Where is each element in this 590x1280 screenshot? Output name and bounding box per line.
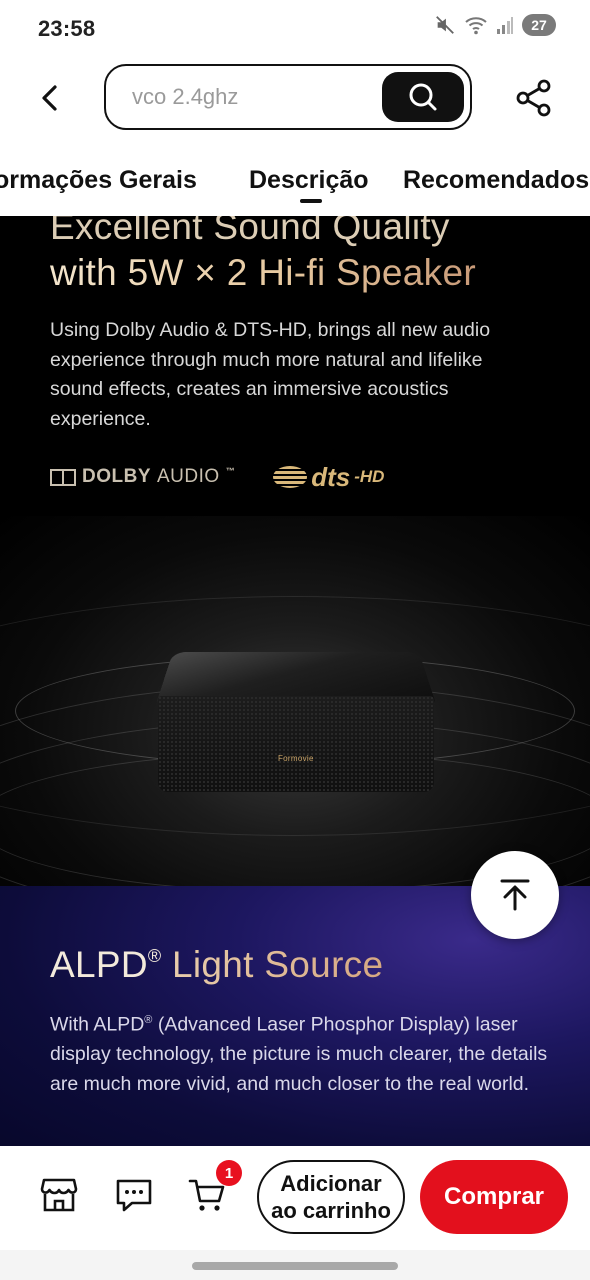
audio-logos: DOLBY AUDIO ™ dts -HD <box>50 460 384 494</box>
tab-general-info[interactable]: ormações Gerais <box>0 166 197 195</box>
tab-bar: ormações Gerais Descrição Recomendados <box>0 142 590 216</box>
sound-quality-paragraph: Using Dolby Audio & DTS-HD, brings all n… <box>50 319 491 430</box>
search-input[interactable] <box>132 76 372 118</box>
battery-icon: 27 <box>522 14 556 36</box>
mute-icon <box>434 14 456 36</box>
chat-button[interactable] <box>113 1174 155 1216</box>
search-button[interactable] <box>382 72 464 122</box>
cart-count-badge: 1 <box>216 1160 242 1186</box>
share-button[interactable] <box>512 76 556 120</box>
scroll-to-top-button[interactable] <box>471 851 559 939</box>
section-title-line1: Excellent Sound Quality <box>50 216 450 247</box>
projector-brand-label: Formovie <box>278 754 314 763</box>
buy-now-button[interactable]: Comprar <box>420 1160 568 1234</box>
bottom-action-bar: 1 Adicionar ao carrinho Comprar <box>0 1146 590 1250</box>
dolby-double-d-icon <box>50 468 76 486</box>
projector-body <box>158 696 434 792</box>
search-box <box>104 64 472 130</box>
cart-button[interactable]: 1 <box>186 1160 242 1216</box>
product-description-content: Excellent Sound Quality with 5W × 2 Hi-f… <box>0 216 590 1146</box>
arrow-up-to-top-icon <box>500 879 530 911</box>
dolby-audio-logo: DOLBY AUDIO ™ <box>50 466 235 488</box>
chat-icon <box>116 1179 152 1212</box>
section-title-line2: with 5W × 2 Hi-fi Speaker <box>50 252 476 293</box>
search-icon <box>409 83 437 111</box>
wifi-icon <box>464 14 488 36</box>
status-time: 23:58 <box>38 16 96 41</box>
store-icon <box>40 1178 78 1212</box>
light-source-paragraph: With ALPD® (Advanced Laser Phosphor Disp… <box>50 1013 548 1095</box>
share-icon <box>516 79 551 117</box>
search-header <box>0 58 590 142</box>
store-button[interactable] <box>38 1174 80 1216</box>
signal-icon <box>496 15 514 35</box>
sound-quality-section: Excellent Sound Quality with 5W × 2 Hi-f… <box>0 216 590 888</box>
back-button[interactable] <box>30 78 70 118</box>
tab-recommended[interactable]: Recomendados <box>403 166 589 195</box>
dts-hd-logo: dts -HD <box>273 462 384 493</box>
back-arrow-icon <box>42 85 57 111</box>
dts-disc-icon <box>273 466 308 488</box>
light-source-title: ALPD® Light Source <box>50 944 384 985</box>
system-nav-bar <box>0 1250 590 1280</box>
active-tab-indicator <box>300 199 322 203</box>
home-gesture-handle[interactable] <box>192 1262 398 1270</box>
add-to-cart-button[interactable]: Adicionar ao carrinho <box>257 1160 405 1234</box>
projector-image <box>0 516 590 888</box>
status-bar: 23:58 27 <box>0 0 590 58</box>
tab-description[interactable]: Descrição <box>249 166 369 195</box>
status-icons: 27 <box>434 14 556 36</box>
